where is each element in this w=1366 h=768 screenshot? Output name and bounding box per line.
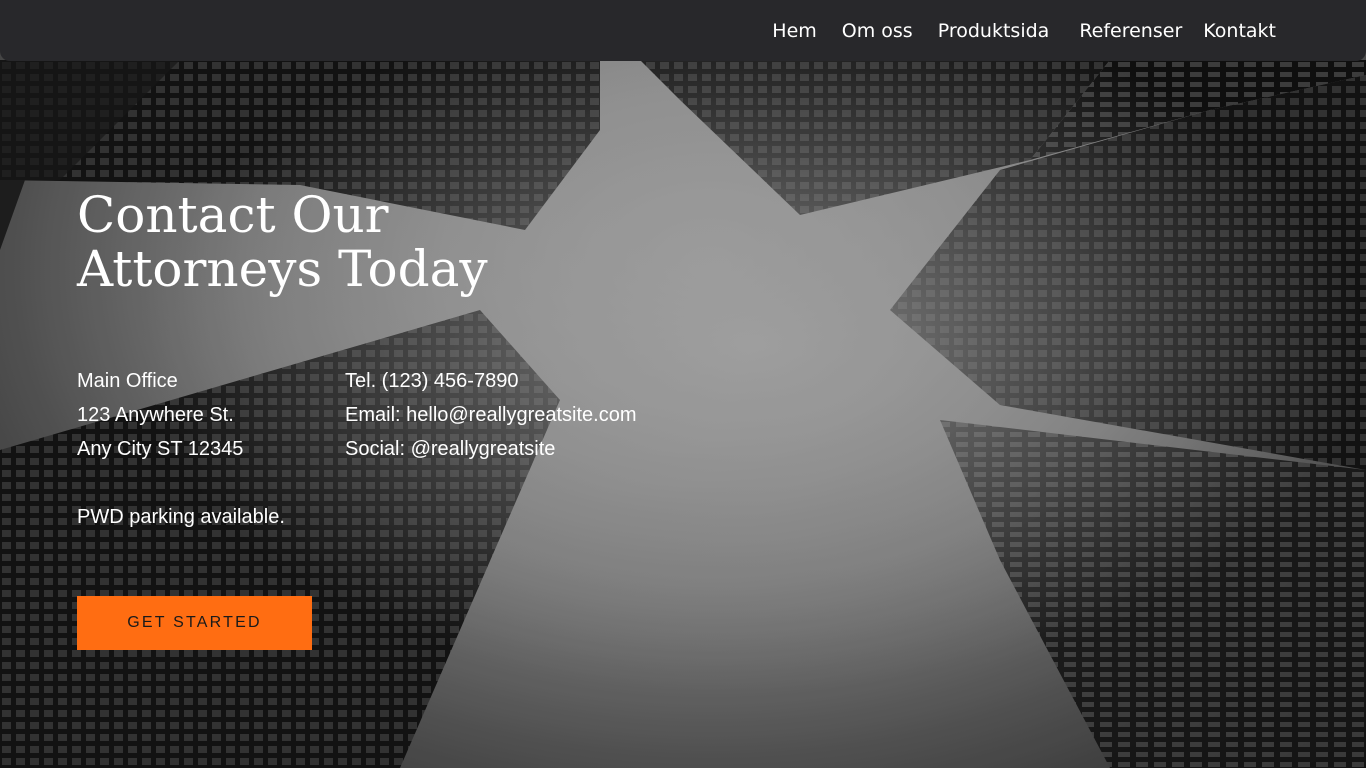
contact-details: Tel. (123) 456-7890 Email: hello@reallyg… [345,364,637,466]
nav-item-om-oss[interactable]: Om oss [842,20,913,42]
office-address: Main Office 123 Anywhere St. Any City ST… [77,364,243,466]
page-title-line-1: Contact Our [77,186,389,244]
contact-tel: Tel. (123) 456-7890 [345,370,519,392]
parking-note: PWD parking available. [77,506,285,528]
nav-links: Hem Om oss Produktsida Referenser Kontak… [772,0,1276,61]
office-city: Any City ST 12345 [77,438,244,460]
page: Hem Om oss Produktsida Referenser Kontak… [0,0,1366,768]
nav-item-referenser[interactable]: Referenser [1079,20,1182,42]
get-started-button[interactable]: GET STARTED [77,596,312,650]
page-title: Contact Our Attorneys Today [77,188,488,296]
nav-item-hem[interactable]: Hem [772,20,817,42]
page-title-line-2: Attorneys Today [77,240,488,298]
office-street: 123 Anywhere St. [77,404,234,426]
office-name: Main Office [77,370,178,392]
contact-social: Social: @reallygreatsite [345,438,556,460]
nav-item-kontakt[interactable]: Kontakt [1203,20,1276,42]
nav-item-produktsida[interactable]: Produktsida [938,20,1050,42]
contact-email: Email: hello@reallygreatsite.com [345,404,637,426]
top-navbar: Hem Om oss Produktsida Referenser Kontak… [0,0,1366,61]
